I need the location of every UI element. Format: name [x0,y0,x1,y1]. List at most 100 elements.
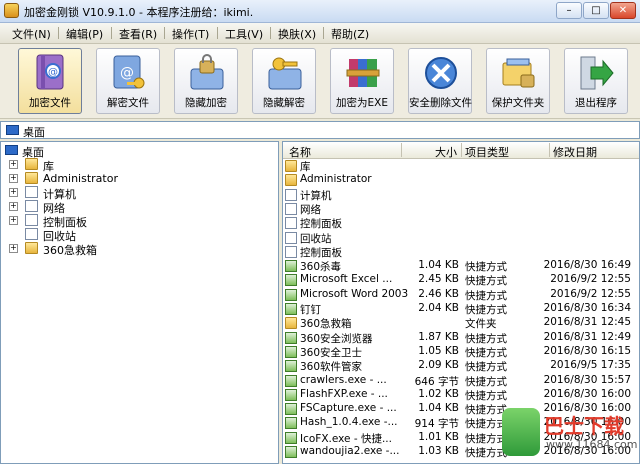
encrypt-to-exe-button[interactable]: 加密为EXE [330,48,394,114]
window-title: 加密金刚锁 V10.9.1.0 - 本程序注册给：ikimi. [24,6,254,19]
file-name: FlashFXP.exe - ... [300,387,388,400]
file-row[interactable]: 计算机 [283,188,639,202]
file-row[interactable]: 回收站 [283,231,639,245]
watermark-url: www.11684.com [546,438,638,451]
file-row[interactable]: FlashFXP.exe - ... 1.02 KB 快捷方式 2016/8/30 1… [283,387,639,402]
file-row[interactable]: 360软件管家 2.09 KB 快捷方式 2016/9/5 17:35 [283,359,639,373]
toolbar-label: 安全删除文件 [409,97,472,109]
file-size: 2.46 KB [418,287,459,300]
file-type: 快捷方式 [465,432,507,445]
maximize-button[interactable]: □ [583,2,609,19]
shortcut-icon [285,431,297,444]
decrypt-file-button[interactable]: @ 解密文件 [96,48,160,114]
shortcut-icon [285,360,297,373]
file-size: 2.45 KB [418,273,459,286]
toolbar-label: 保护文件夹 [491,97,545,109]
file-size: 646 字节 [414,375,459,388]
file-name: 控制面板 [300,246,342,259]
column-type[interactable]: 项目类型 [465,144,509,160]
column-date[interactable]: 修改日期 [553,144,597,160]
address-bar[interactable]: 桌面 [0,121,640,139]
menu-tools[interactable]: 工具(V) [225,26,263,42]
hide-encrypt-button[interactable]: 隐藏加密 [174,48,238,114]
protect-folder-button[interactable]: 保护文件夹 [486,48,550,114]
encrypt-file-button[interactable]: @ 加密文件 [18,48,82,114]
shortcut-icon [285,417,297,430]
file-row[interactable]: 360杀毒 1.04 KB 快捷方式 2016/8/30 16:49 [283,259,639,274]
file-row[interactable]: Administrator [283,173,639,187]
exit-arrow-icon [580,56,614,90]
menu-help[interactable]: 帮助(Z) [331,26,369,42]
file-name: IcoFX.exe - 快捷... [300,432,392,445]
file-size: 2.04 KB [418,302,459,314]
menu-action[interactable]: 操作(T) [172,26,209,42]
shortcut-icon [285,403,297,416]
expand-icon[interactable]: + [9,244,18,253]
system-item-icon [285,231,297,244]
column-size[interactable]: 大小 [435,144,457,160]
file-type: 快捷方式 [465,304,507,316]
secure-delete-button[interactable]: 安全删除文件 [408,48,472,114]
exit-program-button[interactable]: 退出程序 [564,48,628,114]
expand-icon[interactable]: + [9,188,18,197]
menu-file[interactable]: 文件(N) [12,26,51,42]
expand-icon[interactable]: + [9,174,18,183]
column-name[interactable]: 名称 [289,144,311,160]
delete-x-icon [425,57,457,89]
system-item-icon [285,188,297,201]
file-name: 计算机 [300,189,332,202]
file-name: 360安全浏览器 [300,332,373,345]
file-row[interactable]: 库 [283,159,639,173]
folder-tree[interactable]: 桌面 + 库 + Administrator + 计算机 + 网络 + 控制面板… [0,141,279,464]
file-date: 2016/8/30 16:15 [543,344,631,357]
file-row[interactable]: 钉钉 2.04 KB 快捷方式 2016/8/30 16:34 [283,302,639,316]
hide-decrypt-button[interactable]: 隐藏解密 [252,48,316,114]
shortcut-icon [285,260,297,273]
expand-icon[interactable]: + [9,202,18,211]
file-row[interactable]: 控制面板 [283,245,639,259]
file-row[interactable]: 控制面板 [283,216,639,230]
menu-separator [58,27,59,39]
file-size: 2.09 KB [418,359,459,372]
file-size: 1.05 KB [418,344,459,357]
shortcut-icon [285,388,297,401]
folder-icon [285,317,297,330]
menu-view[interactable]: 查看(R) [119,26,157,42]
toolbar-label: 加密为EXE [336,97,388,109]
menu-separator [323,27,324,39]
expand-icon[interactable]: + [9,160,18,169]
file-date: 2016/8/30 15:57 [543,373,631,386]
menu-edit[interactable]: 编辑(P) [66,26,103,42]
close-button[interactable]: ✕ [610,2,636,19]
file-size: 1.02 KB [418,387,459,400]
app-icon [4,3,19,18]
key-drive-icon [268,57,302,90]
file-row[interactable]: Microsoft Excel ... 2.45 KB 快捷方式 2016/9/2 1… [283,273,639,287]
svg-text:@: @ [48,67,58,78]
file-name: Administrator [300,173,372,186]
file-type: 文件夹 [465,318,497,331]
file-row[interactable]: 360安全浏览器 1.87 KB 快捷方式 2016/8/31 12:49 [283,330,639,345]
file-row[interactable]: 360安全卫士 1.05 KB 快捷方式 2016/8/30 16:15 [283,344,639,359]
address-value: 桌面 [23,126,45,139]
menu-skin[interactable]: 换肤(X) [278,26,316,42]
file-row[interactable]: 网络 [283,202,639,216]
lock-drive-icon [190,54,224,90]
expand-icon[interactable]: + [9,216,18,225]
system-item-icon [285,202,297,215]
file-row[interactable]: Microsoft Word 2003 2.46 KB 快捷方式 2016/9/2 1… [283,287,639,302]
file-name: 回收站 [300,232,332,245]
watermark-logo: 巴士下载 www.11684.com [502,408,638,460]
desktop-icon [6,125,19,135]
menu-separator [270,27,271,39]
minimize-button[interactable]: – [556,2,582,19]
user-folder-icon [25,172,38,184]
file-row[interactable]: crawlers.exe - ... 646 字节 快捷方式 2016/8/30 15… [283,373,639,388]
file-name: 360杀毒 [300,261,342,274]
file-row[interactable]: 360急救箱 文件夹 2016/8/31 12:45 [283,316,639,331]
file-date: 2016/8/30 16:34 [543,302,631,314]
file-date: 2016/8/31 12:49 [543,330,631,343]
file-type: 快捷方式 [465,404,507,417]
file-name: 360安全卫士 [300,346,363,359]
file-type: 快捷方式 [465,375,507,388]
